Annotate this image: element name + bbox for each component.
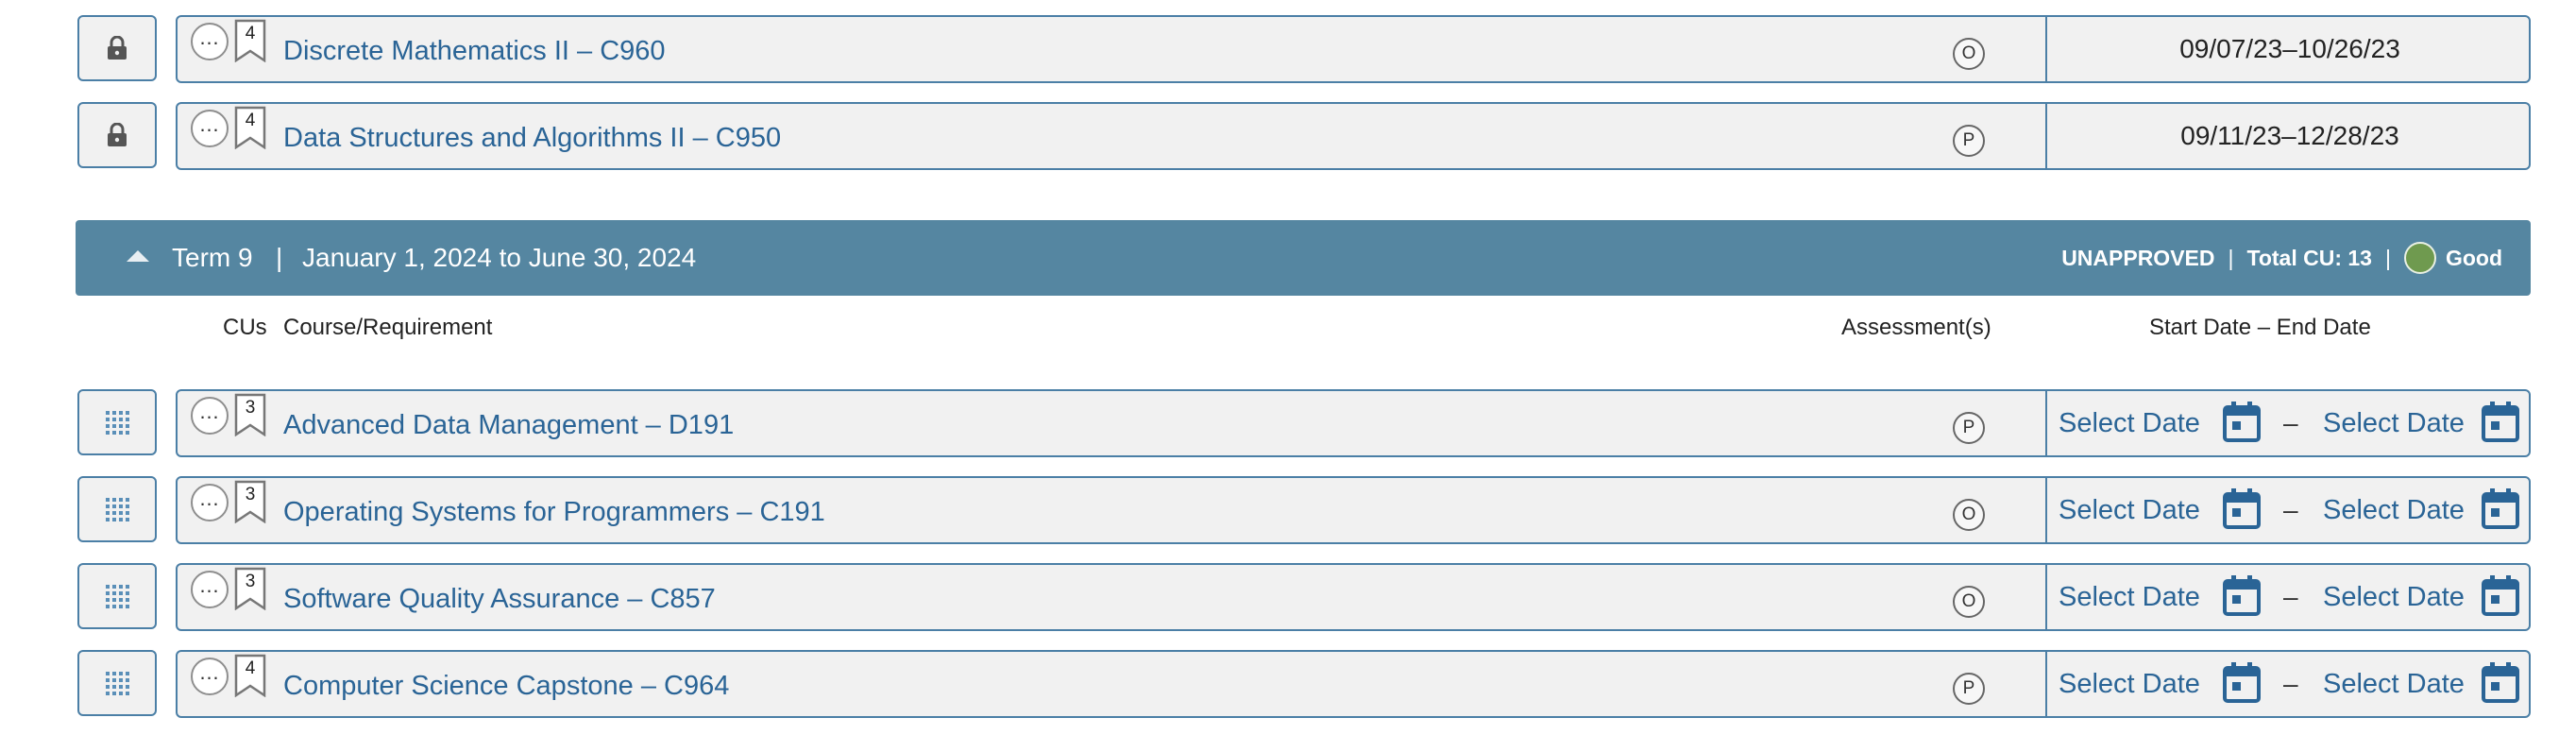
bookmark-icon: 4 — [234, 19, 266, 62]
course-link[interactable]: Software Quality Assurance – C857 — [283, 565, 716, 633]
date-picker: Select Date – Select Date — [2045, 478, 2533, 542]
end-date-select[interactable]: Select Date — [2323, 478, 2465, 542]
assessment-badge: P — [1953, 673, 1985, 705]
bookmark-icon: 3 — [234, 393, 266, 436]
standing-indicator — [2403, 242, 2436, 274]
start-date-select[interactable]: Select Date — [2059, 391, 2200, 455]
start-date-select[interactable]: Select Date — [2059, 478, 2200, 542]
date-separator: – — [2283, 582, 2298, 611]
drag-grid-icon — [106, 672, 129, 695]
term-summary: UNAPPROVED | Total CU: 13 | Good — [2061, 220, 2502, 296]
bookmark-icon: 4 — [234, 654, 266, 697]
more-options-button[interactable]: … — [191, 658, 229, 695]
bookmark-icon: 3 — [234, 567, 266, 610]
cu-count: 3 — [245, 572, 256, 591]
end-date-select[interactable]: Select Date — [2323, 391, 2465, 455]
drag-handle[interactable] — [77, 650, 157, 716]
date-range: 09/11/23–12/28/23 — [2045, 104, 2533, 168]
calendar-icon[interactable] — [2223, 487, 2261, 529]
more-options-button[interactable]: … — [191, 397, 229, 435]
course-row: … 3 Operating Systems for Programmers – … — [0, 476, 2576, 544]
course-row: … 3 Advanced Data Management – D191 P Se… — [0, 389, 2576, 457]
date-separator: – — [2283, 669, 2298, 698]
date-separator: – — [2283, 495, 2298, 524]
standing-label: Good — [2445, 245, 2502, 270]
course-card: … 3 Advanced Data Management – D191 P Se… — [176, 389, 2531, 457]
start-date-select[interactable]: Select Date — [2059, 565, 2200, 629]
end-date-select[interactable]: Select Date — [2323, 565, 2465, 629]
assessment-badge: O — [1953, 499, 1985, 531]
bookmark-icon: 4 — [234, 106, 266, 149]
column-header-course: Course/Requirement — [283, 315, 493, 340]
column-header-cus: CUs — [223, 315, 267, 340]
drag-grid-icon — [106, 585, 129, 608]
date-picker: Select Date – Select Date — [2045, 565, 2533, 629]
calendar-icon[interactable] — [2223, 661, 2261, 703]
course-link[interactable]: Advanced Data Management – D191 — [283, 391, 734, 459]
assessment-badge: O — [1953, 586, 1985, 618]
drag-handle[interactable] — [77, 476, 157, 542]
assessment-badge: P — [1953, 412, 1985, 444]
calendar-icon[interactable] — [2482, 661, 2519, 703]
drag-grid-icon — [106, 498, 129, 521]
course-card: … 3 Software Quality Assurance – C857 O … — [176, 563, 2531, 631]
more-options-button[interactable]: … — [191, 110, 229, 147]
calendar-icon[interactable] — [2482, 401, 2519, 442]
calendar-icon[interactable] — [2482, 487, 2519, 529]
cu-count: 4 — [245, 111, 256, 130]
approval-status: UNAPPROVED — [2061, 245, 2215, 270]
drag-handle[interactable] — [77, 563, 157, 629]
lock-icon — [77, 15, 157, 81]
cu-count: 4 — [245, 658, 256, 678]
date-picker: Select Date – Select Date — [2045, 652, 2533, 716]
date-separator: – — [2283, 408, 2298, 437]
course-row: … 4 Discrete Mathematics II – C960 O 09/… — [0, 15, 2576, 83]
term-header[interactable]: Term 9 | January 1, 2024 to June 30, 202… — [76, 220, 2531, 296]
term-dates: January 1, 2024 to June 30, 2024 — [302, 243, 697, 272]
course-row: … 4 Computer Science Capstone – C964 P S… — [0, 650, 2576, 718]
summary-separator: | — [2384, 245, 2391, 270]
date-picker: Select Date – Select Date — [2045, 391, 2533, 455]
course-link[interactable]: Discrete Mathematics II – C960 — [283, 17, 666, 85]
cu-count: 4 — [245, 24, 256, 43]
assessment-badge: O — [1953, 38, 1985, 70]
column-header-dates: Start Date – End Date — [2149, 315, 2371, 340]
assessment-badge: P — [1953, 125, 1985, 157]
course-row: … 3 Software Quality Assurance – C857 O … — [0, 563, 2576, 631]
drag-handle[interactable] — [77, 389, 157, 455]
caret-up-icon[interactable] — [125, 248, 151, 264]
course-card: … 4 Data Structures and Algorithms II – … — [176, 102, 2531, 170]
column-header-assessments: Assessment(s) — [1841, 315, 1991, 340]
date-range: 09/07/23–10/26/23 — [2045, 17, 2533, 81]
more-options-button[interactable]: … — [191, 571, 229, 608]
cu-count: 3 — [245, 398, 256, 418]
course-link[interactable]: Data Structures and Algorithms II – C950 — [283, 104, 781, 172]
end-date-select[interactable]: Select Date — [2323, 652, 2465, 716]
course-card: … 4 Discrete Mathematics II – C960 O 09/… — [176, 15, 2531, 83]
more-options-button[interactable]: … — [191, 23, 229, 60]
calendar-icon[interactable] — [2223, 401, 2261, 442]
course-card: … 4 Computer Science Capstone – C964 P S… — [176, 650, 2531, 718]
term-separator: | — [276, 243, 283, 272]
cu-count: 3 — [245, 485, 256, 504]
term-title: Term 9 — [172, 243, 253, 272]
course-link[interactable]: Operating Systems for Programmers – C191 — [283, 478, 825, 546]
course-card: … 3 Operating Systems for Programmers – … — [176, 476, 2531, 544]
calendar-icon[interactable] — [2223, 574, 2261, 616]
bookmark-icon: 3 — [234, 480, 266, 523]
total-cu: Total CU: 13 — [2246, 245, 2372, 270]
course-link[interactable]: Computer Science Capstone – C964 — [283, 652, 729, 720]
lock-icon — [77, 102, 157, 168]
calendar-icon[interactable] — [2482, 574, 2519, 616]
start-date-select[interactable]: Select Date — [2059, 652, 2200, 716]
drag-grid-icon — [106, 411, 129, 435]
summary-separator: | — [2228, 245, 2234, 270]
course-row: … 4 Data Structures and Algorithms II – … — [0, 102, 2576, 170]
more-options-button[interactable]: … — [191, 484, 229, 521]
